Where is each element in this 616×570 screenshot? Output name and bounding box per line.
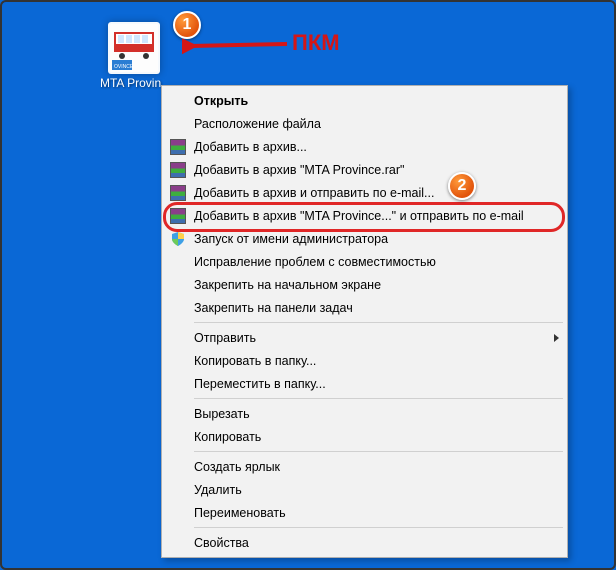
menu-add-archive[interactable]: Добавить в архив... bbox=[164, 135, 565, 158]
app-icon: OVINCE bbox=[108, 22, 160, 74]
blank-icon bbox=[168, 329, 188, 347]
rar-icon bbox=[168, 184, 188, 202]
blank-icon bbox=[168, 504, 188, 522]
menu-cut[interactable]: Вырезать bbox=[164, 402, 565, 425]
menu-pin-taskbar[interactable]: Закрепить на панели задач bbox=[164, 296, 565, 319]
svg-text:OVINCE: OVINCE bbox=[114, 64, 134, 70]
chevron-right-icon bbox=[554, 334, 559, 342]
blank-icon bbox=[168, 352, 188, 370]
annotation-badge-2: 2 bbox=[448, 172, 476, 200]
blank-icon bbox=[168, 375, 188, 393]
menu-troubleshoot[interactable]: Исправление проблем с совместимостью bbox=[164, 250, 565, 273]
menu-send-to[interactable]: Отправить bbox=[164, 326, 565, 349]
menu-pin-start[interactable]: Закрепить на начальном экране bbox=[164, 273, 565, 296]
menu-add-archive-named[interactable]: Добавить в архив "MTA Province.rar" bbox=[164, 158, 565, 181]
menu-delete[interactable]: Удалить bbox=[164, 478, 565, 501]
blank-icon bbox=[168, 299, 188, 317]
menu-file-location[interactable]: Расположение файла bbox=[164, 112, 565, 135]
annotation-label-pkm: ПКМ bbox=[292, 30, 340, 56]
blank-icon bbox=[168, 253, 188, 271]
separator bbox=[194, 322, 563, 323]
rar-icon bbox=[168, 138, 188, 156]
blank-icon bbox=[168, 458, 188, 476]
blank-icon bbox=[168, 428, 188, 446]
blank-icon bbox=[168, 534, 188, 552]
menu-rename[interactable]: Переименовать bbox=[164, 501, 565, 524]
context-menu: Открыть Расположение файла Добавить в ар… bbox=[161, 85, 568, 558]
separator bbox=[194, 527, 563, 528]
desktop-icon-label: MTA Provin... bbox=[100, 76, 168, 90]
menu-run-as-admin[interactable]: Запуск от имени администратора bbox=[164, 227, 565, 250]
menu-add-archive-email[interactable]: Добавить в архив и отправить по e-mail..… bbox=[164, 181, 565, 204]
blank-icon bbox=[168, 481, 188, 499]
menu-add-archive-named-email[interactable]: Добавить в архив "MTA Province..." и отп… bbox=[164, 204, 565, 227]
rar-icon bbox=[168, 207, 188, 225]
blank-icon bbox=[168, 92, 188, 110]
rar-icon bbox=[168, 161, 188, 179]
menu-properties[interactable]: Свойства bbox=[164, 531, 565, 554]
blank-icon bbox=[168, 115, 188, 133]
separator bbox=[194, 451, 563, 452]
separator bbox=[194, 398, 563, 399]
desktop-icon-mta-province[interactable]: OVINCE MTA Provin... bbox=[100, 22, 168, 90]
menu-copy-to-folder[interactable]: Копировать в папку... bbox=[164, 349, 565, 372]
blank-icon bbox=[168, 405, 188, 423]
blank-icon bbox=[168, 276, 188, 294]
annotation-arrow bbox=[182, 32, 292, 60]
shield-icon bbox=[168, 230, 188, 248]
menu-open[interactable]: Открыть bbox=[164, 89, 565, 112]
menu-move-to-folder[interactable]: Переместить в папку... bbox=[164, 372, 565, 395]
menu-create-shortcut[interactable]: Создать ярлык bbox=[164, 455, 565, 478]
menu-copy[interactable]: Копировать bbox=[164, 425, 565, 448]
